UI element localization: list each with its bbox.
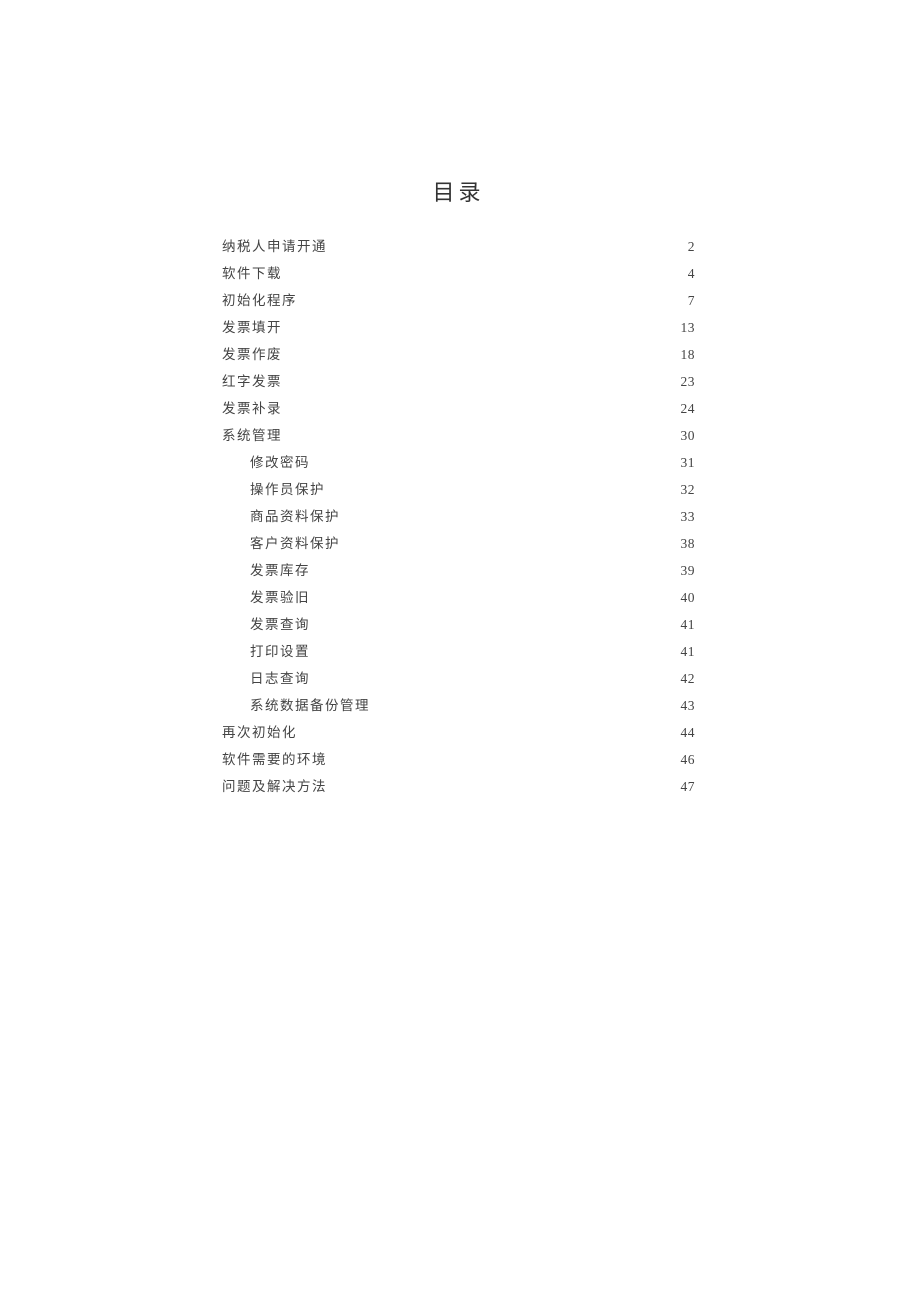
toc-entry-label: 软件需要的环境 [222,746,327,773]
toc-entry[interactable]: 红字发票 23 [222,368,695,395]
toc-entry-page: 40 [681,584,696,611]
toc-dot-leader [341,508,680,522]
toc-entry[interactable]: 纳税人申请开通 2 [222,233,695,260]
toc-dot-leader [311,643,680,657]
toc-entry-page: 32 [681,476,696,503]
toc-dot-leader [328,778,680,792]
toc-entry-label: 发票补录 [222,395,282,422]
toc-entry-label: 发票库存 [250,557,310,584]
toc-entry-page: 39 [681,557,696,584]
toc-entry-label: 系统数据备份管理 [250,692,370,719]
toc-entry[interactable]: 发票补录 24 [222,395,695,422]
toc-dot-leader [326,481,680,495]
toc-dot-leader [283,319,680,333]
toc-entry[interactable]: 发票填开 13 [222,314,695,341]
page-title: 目录 [222,175,695,207]
toc-dot-leader [298,724,680,738]
document-page: 目录 纳税人申请开通 2 软件下载 4 初始化程序 7 发票填开 13 发票作废 18 红字发票 23… [0,0,920,800]
toc-dot-leader [371,697,680,711]
toc-dot-leader [298,292,687,306]
toc-entry-page: 24 [681,395,696,422]
toc-entry-label: 日志查询 [250,665,310,692]
toc-entry[interactable]: 修改密码 31 [222,449,695,476]
toc-entry-label: 纳税人申请开通 [222,233,327,260]
toc-entry-label: 问题及解决方法 [222,773,327,800]
toc-entry-page: 44 [681,719,696,746]
toc-dot-leader [328,751,680,765]
toc-entry-label: 系统管理 [222,422,282,449]
toc-dot-leader [341,535,680,549]
toc-dot-leader [283,346,680,360]
toc-entry-page: 23 [681,368,696,395]
toc-entry-label: 修改密码 [250,449,310,476]
toc-entry-label: 再次初始化 [222,719,297,746]
toc-entry-label: 软件下载 [222,260,282,287]
toc-entry-page: 4 [688,260,695,287]
toc-entry-label: 发票填开 [222,314,282,341]
toc-entry[interactable]: 系统数据备份管理 43 [222,692,695,719]
toc-entry-label: 打印设置 [250,638,310,665]
toc-entry[interactable]: 发票查询 41 [222,611,695,638]
toc-entry-page: 38 [681,530,696,557]
toc-entry-label: 操作员保护 [250,476,325,503]
toc-entry-label: 客户资料保护 [250,530,340,557]
toc-dot-leader [311,616,680,630]
toc-entry-page: 18 [681,341,696,368]
toc-dot-leader [283,400,680,414]
toc-entry[interactable]: 日志查询 42 [222,665,695,692]
toc-dot-leader [283,265,687,279]
toc-entry-label: 商品资料保护 [250,503,340,530]
toc-dot-leader [283,373,680,387]
toc-entry-page: 41 [681,638,696,665]
toc-dot-leader [311,562,680,576]
toc-entry[interactable]: 发票库存 39 [222,557,695,584]
toc-entry[interactable]: 再次初始化 44 [222,719,695,746]
toc-entry-page: 30 [681,422,696,449]
toc-dot-leader [328,238,687,252]
toc-entry-page: 42 [681,665,696,692]
toc-dot-leader [311,454,680,468]
toc-entry[interactable]: 初始化程序 7 [222,287,695,314]
toc-entry[interactable]: 操作员保护 32 [222,476,695,503]
toc-entry[interactable]: 软件需要的环境 46 [222,746,695,773]
toc-entry-page: 7 [688,287,695,314]
toc-entry-page: 41 [681,611,696,638]
toc-entry[interactable]: 商品资料保护 33 [222,503,695,530]
toc-entry-page: 43 [681,692,696,719]
toc-entry-page: 47 [681,773,696,800]
toc-entry-page: 2 [688,233,695,260]
toc-entry-label: 发票验旧 [250,584,310,611]
toc-dot-leader [311,589,680,603]
toc-entry-label: 发票查询 [250,611,310,638]
toc-entry-page: 46 [681,746,696,773]
toc-dot-leader [283,427,680,441]
toc-entry-label: 初始化程序 [222,287,297,314]
toc-entry-label: 发票作废 [222,341,282,368]
toc-entry[interactable]: 打印设置 41 [222,638,695,665]
toc-entry-page: 13 [681,314,696,341]
toc-entry[interactable]: 客户资料保护 38 [222,530,695,557]
toc-entry-page: 31 [681,449,696,476]
toc-dot-leader [311,670,680,684]
toc-entry[interactable]: 软件下载 4 [222,260,695,287]
toc-entry[interactable]: 系统管理 30 [222,422,695,449]
toc-entry-label: 红字发票 [222,368,282,395]
toc-list: 纳税人申请开通2软件下载4初始化程序7发票填开13发票作废18红字发票23发票补… [222,233,695,800]
toc-entry[interactable]: 问题及解决方法 47 [222,773,695,800]
toc-entry-page: 33 [681,503,696,530]
toc-entry[interactable]: 发票验旧 40 [222,584,695,611]
toc-entry[interactable]: 发票作废 18 [222,341,695,368]
